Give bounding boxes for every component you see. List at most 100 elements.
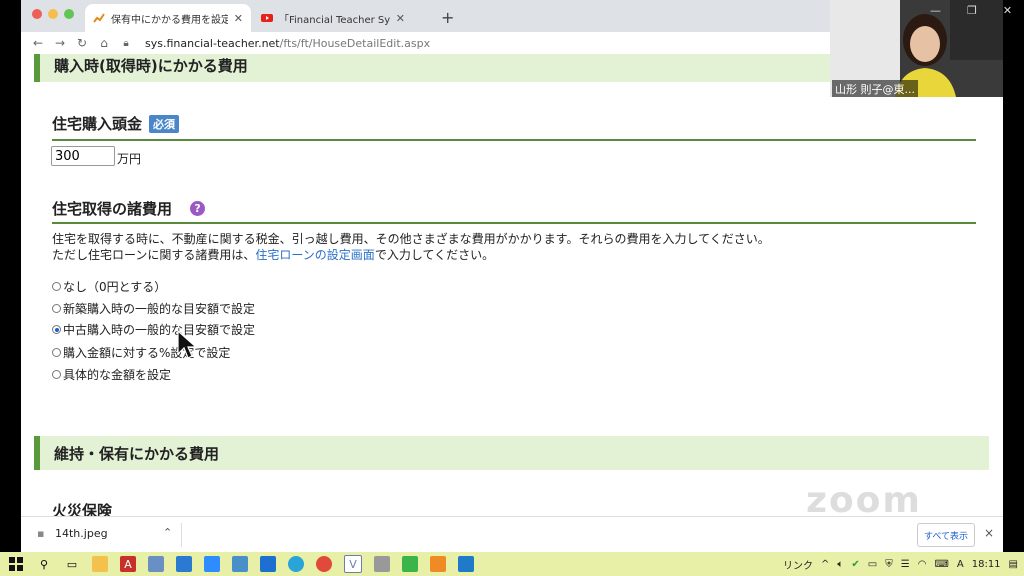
section-header-maintenance-costs: 維持・保有にかかる費用 bbox=[34, 436, 989, 470]
divider bbox=[181, 523, 182, 547]
radio-option-none[interactable]: なし（0円とする） bbox=[52, 278, 166, 295]
restore-icon[interactable]: ❐ bbox=[967, 4, 977, 17]
required-badge: 必須 bbox=[149, 114, 180, 133]
line-icon[interactable] bbox=[402, 556, 418, 572]
forward-arrow-icon[interactable]: → bbox=[49, 36, 71, 50]
radio-label: 中古購入時の一般的な目安額で設定 bbox=[63, 323, 256, 337]
download-file-name[interactable]: 14th.jpeg bbox=[55, 527, 108, 540]
windows-start-icon[interactable] bbox=[8, 556, 24, 572]
radio-option-used-home[interactable]: 中古購入時の一般的な目安額で設定 bbox=[52, 321, 255, 338]
tray-link-label[interactable]: リンク bbox=[783, 557, 813, 572]
address-bar[interactable]: sys.financial-teacher.net/fts/ft/HouseDe… bbox=[145, 37, 430, 50]
tab-financial-teacher[interactable]: 「Financial Teacher System8」 ✕ bbox=[253, 4, 413, 32]
url-host: sys.financial-teacher.net bbox=[145, 36, 280, 50]
acrobat-icon[interactable]: A bbox=[120, 556, 136, 572]
lock-icon: 🔒︎ bbox=[123, 37, 129, 49]
show-all-button[interactable]: すべて表示 bbox=[917, 523, 975, 547]
participant-name: 山形 則子@東... bbox=[832, 80, 918, 97]
radio-button[interactable] bbox=[52, 370, 61, 379]
chart-favicon-icon bbox=[93, 13, 105, 23]
close-window-icon[interactable] bbox=[32, 9, 42, 19]
minimize-window-icon[interactable] bbox=[48, 9, 58, 19]
description-text: ただし住宅ローンに関する諸費用は、 bbox=[52, 248, 256, 262]
divider bbox=[52, 139, 976, 141]
radio-label: なし（0円とする） bbox=[63, 280, 167, 294]
down-payment-input[interactable] bbox=[51, 146, 115, 166]
ime-icon[interactable]: A bbox=[957, 559, 964, 570]
zoom-app-icon[interactable] bbox=[204, 556, 220, 572]
file-icon: ▪ bbox=[37, 527, 45, 540]
maximize-window-icon[interactable] bbox=[64, 9, 74, 19]
file-explorer-icon[interactable] bbox=[92, 556, 108, 572]
photos-icon[interactable] bbox=[232, 556, 248, 572]
back-arrow-icon[interactable]: ← bbox=[27, 36, 49, 50]
tab-title: 保有中にかかる費用を設定 - Finar bbox=[111, 14, 228, 26]
clock[interactable]: 18:11 bbox=[972, 559, 1001, 570]
reload-icon[interactable]: ↻ bbox=[71, 36, 93, 50]
wifi-icon[interactable]: ◠ bbox=[918, 559, 927, 570]
radio-button[interactable] bbox=[52, 282, 61, 291]
word-icon[interactable] bbox=[260, 556, 276, 572]
radio-option-new-build[interactable]: 新築購入時の一般的な目安額で設定 bbox=[52, 300, 255, 317]
minimize-icon[interactable]: — bbox=[930, 4, 941, 17]
home-icon[interactable]: ⌂ bbox=[93, 36, 115, 50]
description-line-2: ただし住宅ローンに関する諸費用は、住宅ローンの設定画面で入力してください。 bbox=[52, 246, 494, 263]
task-view-icon[interactable]: ▭ bbox=[64, 556, 80, 572]
keyboard-app-icon[interactable] bbox=[374, 556, 390, 572]
fire-insurance-heading: 火災保険 bbox=[52, 502, 113, 516]
down-payment-heading: 住宅購入頭金 必須 bbox=[52, 113, 180, 134]
radio-button-selected[interactable] bbox=[52, 325, 61, 334]
keyboard-icon[interactable]: ⌨ bbox=[934, 559, 948, 570]
acquisition-costs-label: 住宅取得の諸費用 bbox=[52, 200, 173, 218]
radio-option-percentage[interactable]: 購入金額に対する%設定で設定 bbox=[52, 344, 230, 361]
radio-label: 新築購入時の一般的な目安額で設定 bbox=[63, 302, 256, 316]
shield-icon[interactable]: ⛨ bbox=[885, 559, 893, 570]
tab-title: 「Financial Teacher System8」 bbox=[279, 14, 390, 26]
check-icon[interactable]: ✔ bbox=[851, 559, 859, 570]
new-tab-button[interactable]: + bbox=[441, 8, 454, 27]
zoom-watermark: zoom bbox=[806, 480, 922, 521]
windows-taskbar: ⚲ ▭ A V リンク ^ 🔈︎ ✔ ▭ ⛨ ☰ ◠ ⌨ A 18:11 ▤ bbox=[0, 552, 1024, 576]
down-payment-unit: 万円 bbox=[117, 152, 142, 166]
media-app-icon[interactable] bbox=[458, 556, 474, 572]
letterbox-right bbox=[1003, 0, 1024, 552]
page-content: 購入時(取得時)にかかる費用 住宅購入頭金 必須 万円 住宅取得の諸費用 ? 住… bbox=[21, 54, 1003, 516]
orange-app-icon[interactable] bbox=[430, 556, 446, 572]
close-download-bar-icon[interactable]: × bbox=[984, 526, 994, 540]
loan-settings-link[interactable]: 住宅ローンの設定画面 bbox=[255, 248, 374, 262]
youtube-favicon-icon bbox=[261, 14, 273, 22]
chevron-up-icon[interactable]: ^ bbox=[821, 559, 829, 570]
description-line-1: 住宅を取得する時に、不動産に関する税金、引っ越し費用、その他さまざまな費用がかか… bbox=[52, 232, 770, 246]
zoom-window-controls: — ❐ ✕ bbox=[930, 4, 1012, 17]
download-bar: ▪ 14th.jpeg ⌃ すべて表示 × bbox=[21, 516, 1003, 553]
radio-option-specific-amount[interactable]: 具体的な金額を設定 bbox=[52, 366, 171, 383]
radio-label: 購入金額に対する%設定で設定 bbox=[63, 346, 231, 360]
tab-close-icon[interactable]: ✕ bbox=[396, 12, 405, 25]
mail-icon[interactable] bbox=[176, 556, 192, 572]
mouse-pointer-icon bbox=[177, 330, 198, 359]
radio-button[interactable] bbox=[52, 304, 61, 313]
chevron-up-icon[interactable]: ⌃ bbox=[163, 526, 172, 539]
close-icon[interactable]: ✕ bbox=[1003, 4, 1012, 17]
radio-button[interactable] bbox=[52, 348, 61, 357]
url-path: /fts/ft/HouseDetailEdit.aspx bbox=[279, 36, 431, 50]
help-icon[interactable]: ? bbox=[190, 201, 206, 216]
speaker-icon[interactable]: 🔈︎ bbox=[837, 559, 843, 570]
down-payment-label: 住宅購入頭金 bbox=[52, 115, 143, 133]
v-app-icon[interactable]: V bbox=[344, 555, 362, 573]
app-icon[interactable] bbox=[148, 556, 164, 572]
acquisition-costs-heading: 住宅取得の諸費用 ? bbox=[52, 198, 206, 219]
edge-icon[interactable] bbox=[288, 556, 304, 572]
radio-label: 具体的な金額を設定 bbox=[63, 368, 172, 382]
description-text: で入力してください。 bbox=[374, 248, 495, 262]
battery-icon[interactable]: ▭ bbox=[868, 559, 877, 570]
chrome-icon[interactable] bbox=[316, 556, 332, 572]
network-icon[interactable]: ☰ bbox=[901, 559, 910, 570]
system-tray: リンク ^ 🔈︎ ✔ ▭ ⛨ ☰ ◠ ⌨ A 18:11 ▤ bbox=[783, 552, 1018, 576]
tab-house-cost[interactable]: 保有中にかかる費用を設定 - Finar ✕ bbox=[85, 4, 251, 32]
tab-close-icon[interactable]: ✕ bbox=[234, 12, 243, 25]
letterbox-left bbox=[0, 0, 21, 552]
notification-icon[interactable]: ▤ bbox=[1009, 559, 1018, 570]
search-icon[interactable]: ⚲ bbox=[36, 556, 52, 572]
divider bbox=[52, 222, 976, 224]
